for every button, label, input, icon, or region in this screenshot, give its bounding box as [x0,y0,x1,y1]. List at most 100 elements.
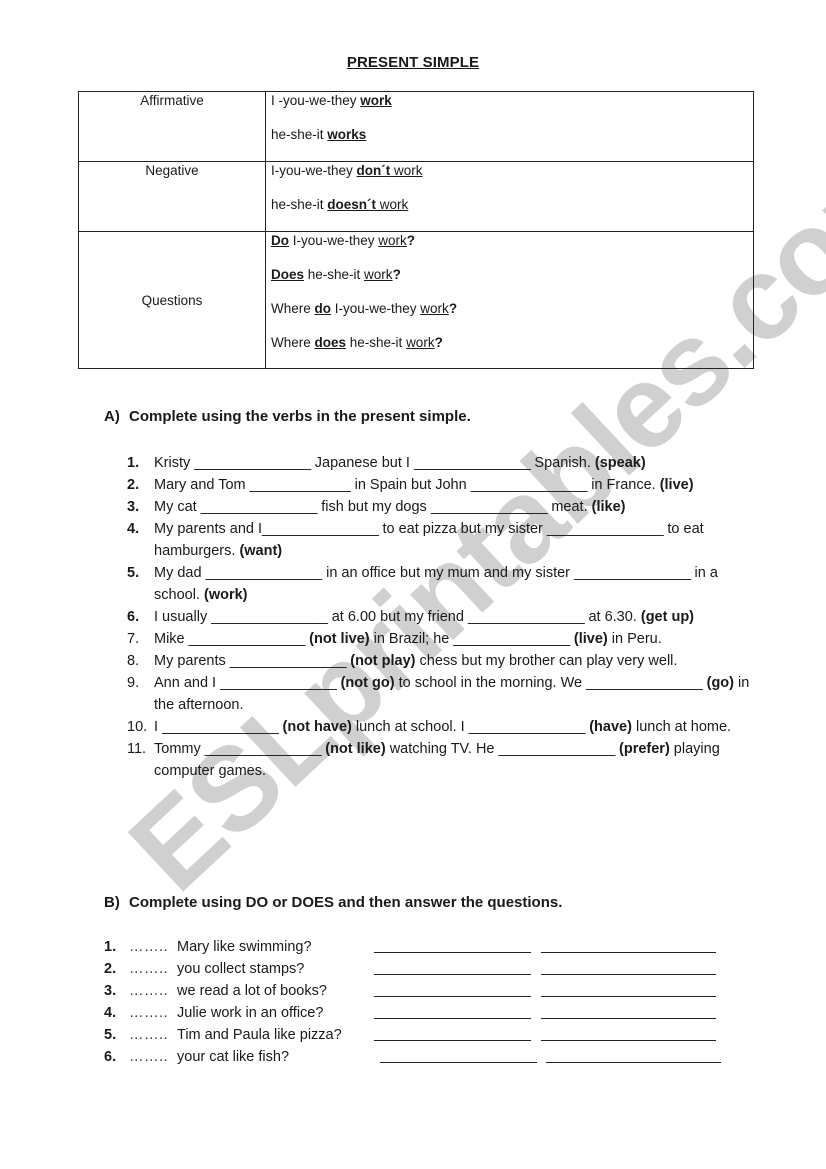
full-answer-blank[interactable] [541,996,716,997]
item-text: Mike [154,631,189,647]
answer-blank[interactable]: _______________ [471,477,588,493]
exercise-a-list: 1. Kristy _______________ Japanese but I … [127,452,757,782]
full-answer-blank[interactable] [546,1062,721,1063]
item-text: in France. [587,477,660,493]
answer-blank[interactable]: _______________ [499,741,616,757]
form-subject: he-she-it [346,335,407,350]
form-auxiliary: don´t [356,163,391,178]
form-line: I-you-we-they don´t work [271,162,753,196]
exercise-item: 5. My dad _______________ in an office bu… [127,562,757,606]
form-subject: I-you-we-they [331,301,421,316]
verb-hint: (go) [702,675,734,691]
form-wh-word: Where [271,335,315,350]
short-answer-blank[interactable] [374,1040,531,1041]
table-row-questions: Questions Do I-you-we-they work? Does he… [78,231,754,369]
do-does-blank[interactable]: …….. [129,980,168,1002]
exercise-item: 3. My cat _______________ fish but my dog… [127,496,757,518]
exercise-item: 10. I _______________ (not have) lunch at… [127,716,757,738]
answer-blank[interactable]: _______________ [211,609,328,625]
full-answer-blank[interactable] [541,952,716,953]
question-mark: ? [406,233,416,248]
form-verb: work [378,233,407,248]
answer-blank[interactable]: _____________ [250,477,351,493]
answer-blank[interactable]: _______________ [414,455,531,471]
item-text: lunch at school. I [351,719,469,735]
full-answer-blank[interactable] [541,1018,716,1019]
form-subject: I -you-we-they [271,93,361,108]
item-number: 2. [127,477,140,493]
answer-blank[interactable]: _______________ [547,521,664,537]
question-item: 3. …….. we read a lot of books? [104,980,754,1002]
short-answer-blank[interactable] [374,996,531,997]
item-number: 5. [127,565,140,581]
verb-hint: (not go) [336,675,395,691]
full-answer-blank[interactable] [541,974,716,975]
item-text: Mary and Tom [154,477,250,493]
short-answer-blank[interactable] [374,1018,531,1019]
question-text: Mary like swimming? [177,939,312,955]
full-answer-blank[interactable] [541,1040,716,1041]
form-subject: he-she-it [271,127,328,142]
answer-blank[interactable]: _______________ [162,719,279,735]
row-label-affirmative: Affirmative [78,91,266,162]
short-answer-blank[interactable] [380,1062,537,1063]
item-number: 1. [127,455,140,471]
do-does-blank[interactable]: …….. [129,1024,168,1046]
item-text: in an office but my mum and my sister [322,565,575,581]
answer-blank[interactable]: _______________ [431,499,548,515]
question-text: you collect stamps? [177,961,305,977]
do-does-blank[interactable]: …….. [129,1002,168,1024]
answer-blank[interactable]: _______________ [574,565,691,581]
form-verb: work [360,93,392,108]
form-line: Does he-she-it work? [271,266,753,300]
section-instruction: Complete using the verbs in the present … [129,408,471,425]
item-number: 5. [104,1027,117,1043]
question-item: 6. …….. your cat like fish? [104,1046,754,1068]
form-verb: work [376,197,409,212]
row-forms-affirmative: I -you-we-they work he-she-it works [265,91,754,162]
item-text: in Spain but John [350,477,471,493]
table-row-affirmative: Affirmative I -you-we-they work he-she-i… [78,91,754,162]
section-a-heading: A) Complete using the verbs in the presen… [104,408,471,425]
exercise-item: 7. Mike _______________ (not live) in Bra… [127,628,757,650]
answer-blank[interactable]: _______________ [194,455,311,471]
form-line: he-she-it works [271,126,753,160]
item-number: 9. [127,675,140,691]
do-does-blank[interactable]: …….. [129,936,168,958]
item-number: 6. [127,609,140,625]
answer-blank[interactable]: _______________ [189,631,306,647]
form-subject: he-she-it [304,267,365,282]
do-does-blank[interactable]: …….. [129,958,168,980]
answer-blank[interactable]: _______________ [586,675,703,691]
short-answer-blank[interactable] [374,974,531,975]
form-verb: work [364,267,393,282]
item-text: in Brazil; he [369,631,454,647]
answer-blank[interactable]: _______________ [205,741,322,757]
answer-blank[interactable]: _______________ [453,631,570,647]
answer-blank[interactable]: _______________ [230,653,347,669]
form-subject: I-you-we-they [289,233,379,248]
item-text: My parents and I [154,521,262,537]
exercise-item: 9. Ann and I _______________ (not go) to … [127,672,757,716]
item-text: My parents [154,653,230,669]
do-does-blank[interactable]: …….. [129,1046,168,1068]
question-text: Julie work in an office? [177,1005,324,1021]
question-item: 5. …….. Tim and Paula like pizza? [104,1024,754,1046]
answer-blank[interactable]: _______________ [468,609,585,625]
question-item: 1. …….. Mary like swimming? [104,936,754,958]
answer-blank[interactable]: _______________ [469,719,586,735]
answer-blank[interactable]: _______________ [220,675,337,691]
answer-blank[interactable]: _______________ [262,521,379,537]
exercise-b-list: 1. …….. Mary like swimming? 2. …….. you colle… [104,936,754,1068]
item-number: 7. [127,631,140,647]
question-mark: ? [448,301,458,316]
item-number: 8. [127,653,140,669]
answer-blank[interactable]: _______________ [201,499,318,515]
verb-hint: (not live) [305,631,370,647]
answer-blank[interactable]: _______________ [206,565,323,581]
form-verb: work [420,301,449,316]
short-answer-blank[interactable] [374,952,531,953]
exercise-item: 4. My parents and I_______________ to eat… [127,518,757,562]
form-verb: work [390,163,423,178]
item-number: 3. [104,983,117,999]
